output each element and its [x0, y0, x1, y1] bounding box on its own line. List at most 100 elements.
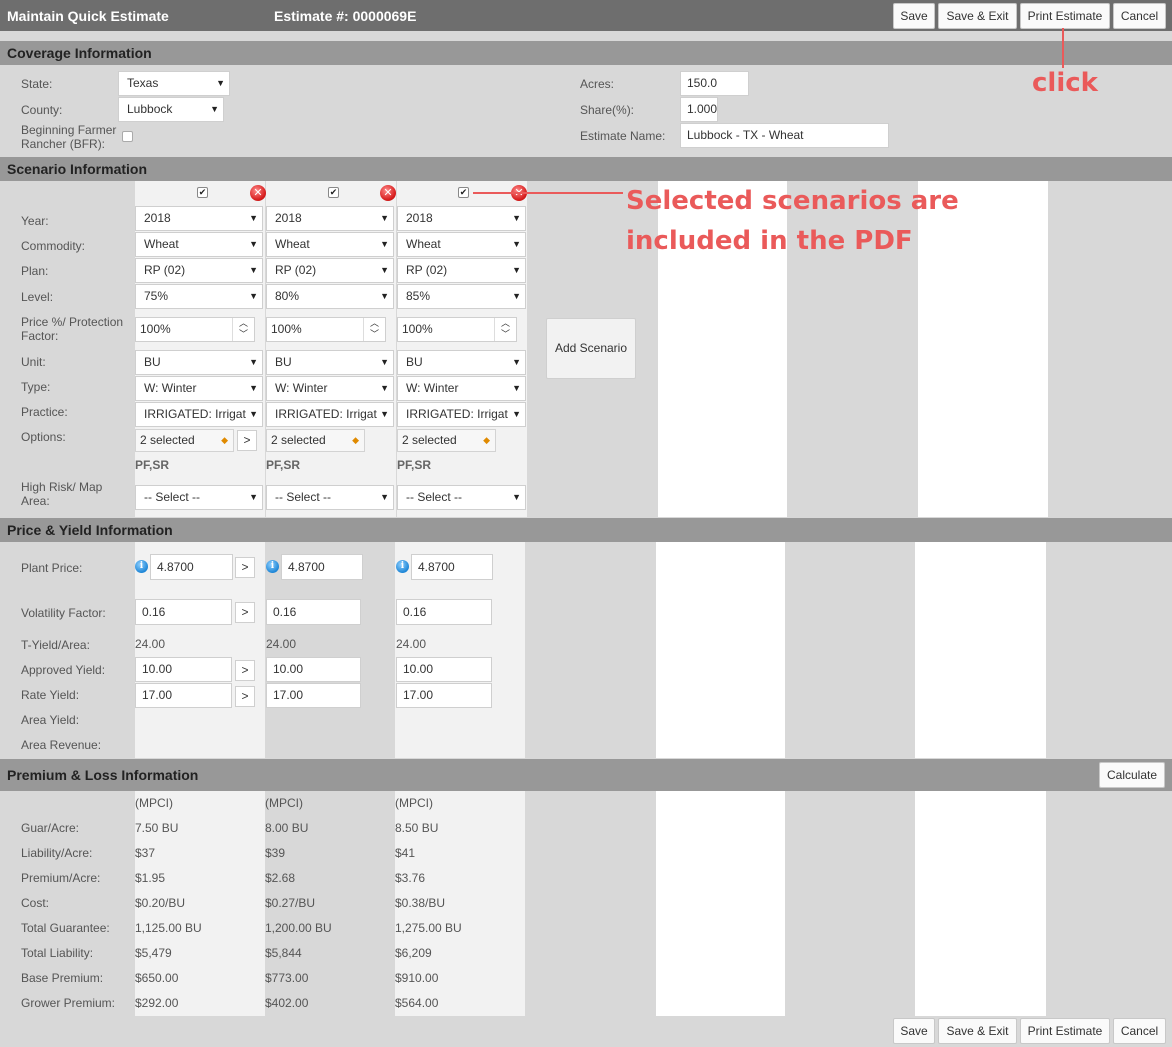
estimate-name-input[interactable]: Lubbock - TX - Wheat: [680, 123, 889, 148]
price-pct-input[interactable]: 100% ︿ ﹀: [397, 317, 517, 342]
dropdown-arrow-icon: ▼: [512, 213, 521, 223]
delete-scenario-icon[interactable]: ✕: [380, 185, 396, 201]
t-yield-value: 24.00: [396, 637, 427, 651]
options-multiselect[interactable]: 2 selected ◆: [266, 429, 365, 452]
selected-scenarios-annotation: Selected scenarios are included in the P…: [626, 186, 959, 256]
dropdown-arrow-icon: ▼: [512, 357, 521, 367]
spinner-arrows-icon[interactable]: ︿ ﹀: [494, 318, 516, 341]
options-codes: PF,SR: [397, 458, 432, 472]
dropdown-arrow-icon: ▼: [249, 265, 258, 275]
include-scenario-checkbox[interactable]: ✔: [328, 187, 339, 198]
volatility-apply-button[interactable]: >: [235, 602, 255, 623]
scenario-callout-line: [473, 192, 623, 194]
type-select[interactable]: W: Winter ▼: [135, 376, 263, 401]
commodity-select[interactable]: Wheat ▼: [135, 232, 263, 257]
level-select[interactable]: 75% ▼: [135, 284, 263, 309]
unit-select[interactable]: BU ▼: [135, 350, 263, 375]
high-risk-select[interactable]: -- Select -- ▼: [266, 485, 394, 510]
spinner-arrows-icon[interactable]: ︿ ﹀: [232, 318, 254, 341]
spinner-arrows-icon[interactable]: ︿ ﹀: [363, 318, 385, 341]
approved-yield-input[interactable]: 10.00: [396, 657, 492, 682]
guar-acre-label: Guar/Acre:: [21, 821, 80, 835]
liability-acre-value: $39: [265, 846, 286, 860]
type-select[interactable]: W: Winter ▼: [397, 376, 526, 401]
commodity-select[interactable]: Wheat ▼: [397, 232, 526, 257]
guar-acre-value: 7.50 BU: [135, 821, 179, 835]
total-liability-value: $5,844: [265, 946, 302, 960]
grower-premium-label: Grower Premium:: [21, 996, 116, 1010]
grower-premium-value: $564.00: [395, 996, 439, 1010]
bfr-checkbox[interactable]: [122, 131, 133, 142]
level-select[interactable]: 85% ▼: [397, 284, 526, 309]
plant-price-input[interactable]: 4.8700: [281, 554, 363, 580]
unit-select[interactable]: BU ▼: [397, 350, 526, 375]
year-select[interactable]: 2018 ▼: [135, 206, 263, 231]
approved-yield-input[interactable]: 10.00: [266, 657, 361, 682]
total-guarantee-label: Total Guarantee:: [21, 921, 110, 935]
print-estimate-button[interactable]: Print Estimate: [1020, 3, 1110, 29]
include-scenario-checkbox[interactable]: ✔: [458, 187, 469, 198]
rate-yield-input[interactable]: 17.00: [135, 683, 232, 708]
premium-acre-value: $1.95: [135, 871, 166, 885]
save-exit-button[interactable]: Save & Exit: [938, 3, 1017, 29]
save-button-bottom[interactable]: Save: [893, 1018, 935, 1044]
rate-yield-input[interactable]: 17.00: [266, 683, 361, 708]
high-risk-select[interactable]: -- Select -- ▼: [135, 485, 263, 510]
price-pct-input[interactable]: 100% ︿ ﹀: [266, 317, 386, 342]
options-multiselect[interactable]: 2 selected ◆: [397, 429, 496, 452]
plant-price-apply-button[interactable]: >: [235, 557, 255, 578]
approved-yield-input[interactable]: 10.00: [135, 657, 232, 682]
info-icon[interactable]: i: [266, 560, 279, 573]
save-button[interactable]: Save: [893, 3, 935, 29]
approved-yield-apply-button[interactable]: >: [235, 660, 255, 681]
t-yield-value: 24.00: [266, 637, 297, 651]
high-risk-select[interactable]: -- Select -- ▼: [397, 485, 526, 510]
info-icon[interactable]: i: [396, 560, 409, 573]
options-apply-button[interactable]: >: [237, 430, 257, 451]
dropdown-arrow-icon: ▼: [210, 104, 219, 114]
practice-select[interactable]: IRRIGATED: Irrigat ▼: [135, 402, 263, 427]
rate-yield-apply-button[interactable]: >: [235, 686, 255, 707]
year-select[interactable]: 2018 ▼: [266, 206, 394, 231]
options-label: Options:: [21, 430, 66, 444]
type-select[interactable]: W: Winter ▼: [266, 376, 394, 401]
rate-yield-input[interactable]: 17.00: [396, 683, 492, 708]
volatility-input[interactable]: 0.16: [396, 599, 492, 625]
calculate-button[interactable]: Calculate: [1099, 762, 1165, 788]
scenario-section-header: Scenario Information: [0, 157, 1172, 181]
year-select[interactable]: 2018 ▼: [397, 206, 526, 231]
plan-select[interactable]: RP (02) ▼: [135, 258, 263, 283]
county-select[interactable]: Lubbock ▼: [118, 97, 224, 122]
estimate-name-label: Estimate Name:: [580, 129, 666, 143]
acres-input[interactable]: 150.0: [680, 71, 749, 96]
dropdown-arrow-icon: ▼: [512, 409, 521, 419]
state-select[interactable]: Texas ▼: [118, 71, 230, 96]
dropdown-arrow-icon: ▼: [249, 239, 258, 249]
plan-select[interactable]: RP (02) ▼: [397, 258, 526, 283]
cancel-button[interactable]: Cancel: [1113, 3, 1166, 29]
liability-acre-value: $41: [395, 846, 416, 860]
practice-select[interactable]: IRRIGATED: Irrigat ▼: [397, 402, 526, 427]
unit-select[interactable]: BU ▼: [266, 350, 394, 375]
commodity-select[interactable]: Wheat ▼: [266, 232, 394, 257]
plant-price-input[interactable]: 4.8700: [411, 554, 493, 580]
plant-price-input[interactable]: 4.8700: [150, 554, 233, 580]
county-label: County:: [21, 103, 63, 117]
price-pct-input[interactable]: 100% ︿ ﹀: [135, 317, 255, 342]
share-input[interactable]: 1.000: [680, 97, 718, 122]
print-estimate-button-bottom[interactable]: Print Estimate: [1020, 1018, 1110, 1044]
options-multiselect[interactable]: 2 selected ◆: [135, 429, 234, 452]
plan-select[interactable]: RP (02) ▼: [266, 258, 394, 283]
cancel-button-bottom[interactable]: Cancel: [1113, 1018, 1166, 1044]
commodity-label: Commodity:: [21, 239, 86, 253]
save-exit-button-bottom[interactable]: Save & Exit: [938, 1018, 1017, 1044]
level-select[interactable]: 80% ▼: [266, 284, 394, 309]
delete-scenario-icon[interactable]: ✕: [250, 185, 266, 201]
volatility-input[interactable]: 0.16: [266, 599, 361, 625]
info-icon[interactable]: i: [135, 560, 148, 573]
dropdown-arrow-icon: ▼: [380, 291, 389, 301]
practice-select[interactable]: IRRIGATED: Irrigat ▼: [266, 402, 394, 427]
volatility-input[interactable]: 0.16: [135, 599, 232, 625]
add-scenario-button[interactable]: Add Scenario: [546, 318, 636, 379]
include-scenario-checkbox[interactable]: ✔: [197, 187, 208, 198]
